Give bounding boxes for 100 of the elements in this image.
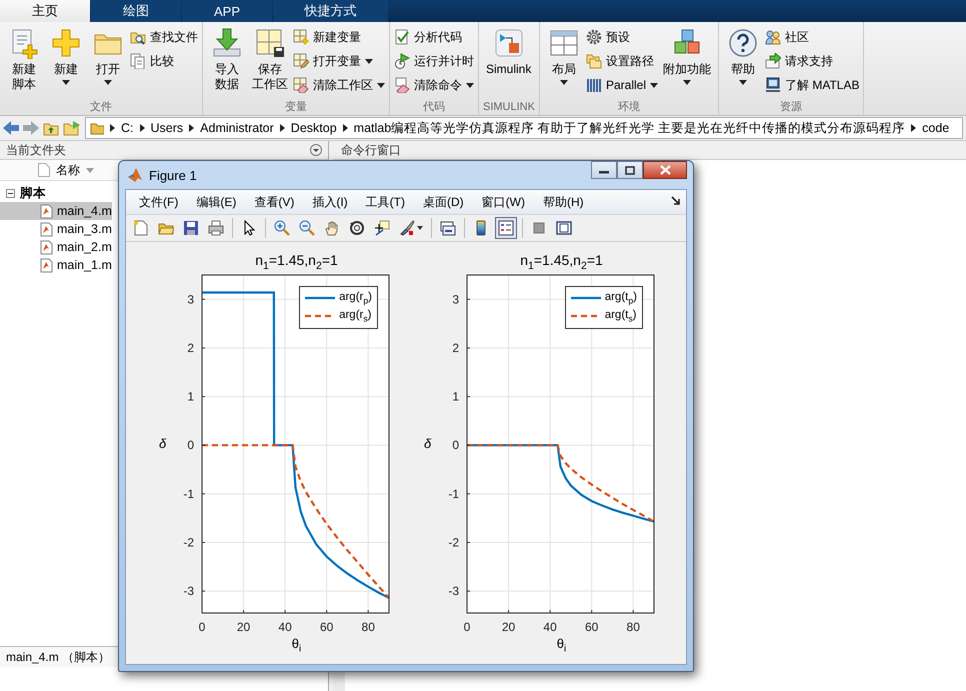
matlab-file-icon (40, 258, 53, 272)
close-icon (660, 165, 670, 175)
menu-item[interactable]: 文件(F) (130, 194, 188, 210)
folder-label[interactable]: 脚本 (20, 184, 46, 202)
menu-item[interactable]: 帮助(H) (534, 194, 593, 210)
path-segment[interactable]: Users (150, 121, 184, 135)
matlab-file-icon (40, 222, 53, 236)
dropdown-circle-icon (310, 144, 322, 156)
menu-item[interactable]: 插入(I) (303, 194, 357, 210)
matlab-file-icon (40, 204, 53, 218)
grid-plus-icon (293, 29, 309, 45)
tick-label: 3 (452, 292, 459, 306)
menu-item[interactable]: 查看(V) (245, 194, 304, 210)
file-item[interactable]: main_2.m (0, 238, 112, 256)
axis-label: θ$_{i}$ (290, 636, 302, 657)
toolbar-button[interactable] (495, 217, 517, 239)
tick-label: -3 (183, 584, 194, 598)
chevron-right-icon (110, 124, 115, 132)
group-title: 代码 (422, 100, 446, 115)
ribbon-button[interactable]: 帮助 (723, 27, 763, 85)
path-segment[interactable]: Desktop (290, 121, 337, 135)
legend-icon (498, 220, 514, 236)
path-segment[interactable]: matlab编程高等光学仿真源程序 有助于了解光纤光学 主要是光在光纤中传播的模式分布源码程序 (354, 120, 906, 136)
minimize-button[interactable] (591, 161, 617, 179)
ribbon-button[interactable]: 分析代码 (394, 28, 474, 46)
menu-item[interactable]: 工具(T) (356, 194, 414, 210)
ribbon-button[interactable]: 布局 (544, 27, 584, 85)
axis-label: δ (159, 436, 168, 450)
file-item[interactable]: main_3.m (0, 220, 112, 238)
ribbon-button[interactable]: 打开变量 (293, 52, 385, 70)
ribbon-button[interactable]: 请求支持 (765, 52, 860, 70)
legend-label: arg(t$_{s}$) (604, 309, 637, 324)
back-arrow-icon (3, 121, 19, 135)
chevron-right-icon (280, 124, 285, 132)
ribbon-button[interactable]: Parallel (586, 76, 658, 94)
file-details: main_4.m （脚本） (6, 648, 110, 666)
ribbon-button[interactable]: 导入 数据 (207, 27, 247, 92)
path-segment[interactable]: C: (121, 121, 134, 135)
arrow-envelope-icon (765, 53, 781, 69)
maximize-icon (625, 166, 635, 174)
data-cursor-icon (374, 220, 390, 236)
ribbon-button[interactable]: 打开 (88, 27, 128, 85)
ribbon-button[interactable]: 保存 工作区 (249, 27, 291, 92)
tick-label: 1 (187, 390, 194, 404)
new-document-icon (133, 220, 149, 236)
file-item[interactable]: main_4.m (0, 202, 112, 220)
ribbon-tab[interactable]: 快捷方式 (273, 0, 388, 22)
path-segment[interactable]: code (922, 121, 950, 135)
download-arrow-icon (211, 27, 243, 59)
ribbon-button[interactable]: Simulink (483, 27, 534, 77)
ribbon-tab[interactable]: APP (182, 0, 272, 22)
ribbon-button[interactable]: 设置路径 (586, 52, 658, 70)
tick-label: -2 (448, 535, 459, 550)
ribbon-button[interactable]: 附加功能 (660, 27, 714, 85)
group-title: 变量 (284, 100, 308, 115)
matlab-logo-icon (127, 167, 143, 183)
menu-item[interactable]: 桌面(D) (414, 194, 473, 210)
path-segment[interactable]: Administrator (200, 121, 274, 135)
ribbon-button[interactable]: 运行并计时 (394, 52, 474, 70)
close-button[interactable] (643, 161, 687, 179)
sort-caret-icon (86, 168, 94, 172)
tick-label: 60 (320, 620, 334, 634)
column-header[interactable]: 名称 (56, 162, 80, 178)
file-item[interactable]: main_1.m (0, 256, 112, 274)
tick-label: 40 (278, 620, 292, 634)
chevron-right-icon (140, 124, 144, 132)
folder-icon (90, 121, 104, 135)
menu-item[interactable]: 编辑(E) (187, 194, 246, 210)
chevron-right-icon (342, 124, 348, 132)
minus-square-icon (6, 188, 15, 198)
ribbon-button[interactable]: 查找文件 (130, 28, 198, 46)
ribbon-button[interactable]: 清除命令 (394, 76, 474, 94)
group-title: SIMULINK (483, 100, 535, 115)
stopwatch-play-icon (394, 53, 410, 69)
ribbon-button[interactable]: 社区 (765, 28, 860, 46)
plus-icon (50, 27, 82, 59)
ribbon-button[interactable]: 新建 脚本 (4, 27, 44, 92)
ribbon-button[interactable]: 比较 (130, 52, 198, 70)
document-check-icon (394, 29, 410, 45)
brush-icon (399, 220, 415, 236)
square-icon (531, 220, 547, 236)
ribbon-button[interactable]: 了解 MATLAB (765, 76, 860, 94)
ribbon-button[interactable]: 新建 (46, 27, 86, 85)
menu-item[interactable]: 窗口(W) (472, 194, 534, 210)
ribbon-button[interactable]: 新建变量 (293, 28, 385, 46)
ribbon-button[interactable]: 预设 (586, 28, 658, 46)
tick-label: 40 (543, 620, 557, 634)
legend-line-icon (570, 295, 601, 302)
ribbon-button[interactable]: 清除工作区 (293, 76, 385, 94)
legend-label: arg(t$_{p}$) (604, 291, 637, 306)
collapse-icon[interactable] (6, 188, 15, 198)
tick-label: -2 (183, 535, 194, 550)
ribbon-tab[interactable]: 主页 (0, 0, 90, 22)
maximize-button[interactable] (617, 161, 643, 179)
monitor-icon (765, 77, 781, 93)
ribbon-tab[interactable]: 绘图 (91, 0, 181, 22)
document-icon (38, 163, 50, 177)
tick-label: 0 (464, 620, 470, 634)
panel-title: 当前文件夹 (6, 142, 66, 158)
axis-label: θ$_{i}$ (556, 636, 568, 657)
